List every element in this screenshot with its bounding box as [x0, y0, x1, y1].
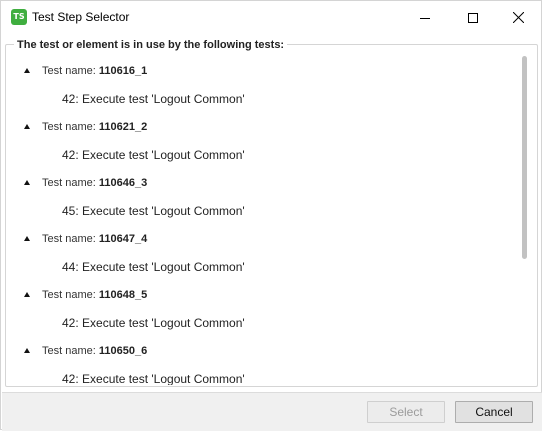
test-name: 110621_2 [98, 121, 148, 133]
minimize-icon [420, 17, 430, 19]
collapse-arrow-icon[interactable] [24, 348, 30, 353]
test-label: Test name: 110650_6 [42, 341, 147, 361]
test-name-prefix: Test name: [42, 121, 99, 133]
test-name-prefix: Test name: [42, 289, 99, 301]
collapse-arrow-icon[interactable] [24, 68, 30, 73]
select-button[interactable]: Select [367, 401, 445, 423]
close-button[interactable] [495, 1, 541, 34]
test-node[interactable]: Test name: 110616_1 [7, 61, 519, 81]
test-step-item[interactable]: 42: Execute test 'Logout Common' [62, 145, 245, 165]
test-step-item[interactable]: 44: Execute test 'Logout Common' [62, 257, 245, 277]
collapse-arrow-icon[interactable] [24, 292, 30, 297]
scrollbar-thumb[interactable] [522, 56, 527, 259]
test-step-item[interactable]: 42: Execute test 'Logout Common' [62, 313, 245, 333]
test-node[interactable]: Test name: 110621_2 [7, 117, 519, 137]
test-node[interactable]: Test name: 110647_4 [7, 229, 519, 249]
collapse-arrow-icon[interactable] [24, 180, 30, 185]
test-name: 110616_1 [98, 65, 148, 77]
test-label: Test name: 110648_5 [42, 285, 147, 305]
test-label: Test name: 110646_3 [42, 173, 147, 193]
maximize-icon [468, 12, 478, 23]
test-name: 110650_6 [98, 345, 148, 357]
collapse-arrow-icon[interactable] [24, 124, 30, 129]
test-name: 110646_3 [98, 177, 148, 189]
test-node[interactable]: Test name: 110650_6 [7, 341, 519, 361]
vertical-scrollbar[interactable] [522, 54, 529, 381]
test-label: Test name: 110621_2 [42, 117, 147, 137]
group-header: The test or element is in use by the fol… [14, 39, 288, 51]
test-node[interactable]: Test name: 110648_5 [7, 285, 519, 305]
test-name-prefix: Test name: [42, 233, 99, 245]
tests-group-box: The test or element is in use by the fol… [5, 39, 538, 387]
app-logo-icon: TS [11, 9, 27, 25]
window-title: Test Step Selector [32, 10, 130, 24]
test-label: Test name: 110647_4 [42, 229, 147, 249]
test-name-prefix: Test name: [42, 177, 99, 189]
test-step-item[interactable]: 45: Execute test 'Logout Common' [62, 201, 245, 221]
test-label: Test name: 110616_1 [42, 61, 147, 81]
test-name: 110647_4 [98, 233, 148, 245]
test-name-prefix: Test name: [42, 345, 99, 357]
title-bar[interactable]: TS Test Step Selector [1, 1, 541, 34]
collapse-arrow-icon[interactable] [24, 236, 30, 241]
tests-tree[interactable]: Test name: 110616_1 42: Execute test 'Lo… [7, 53, 519, 385]
test-step-item[interactable]: 42: Execute test 'Logout Common' [62, 369, 245, 385]
maximize-button[interactable] [450, 1, 496, 34]
close-icon [512, 12, 524, 23]
dialog-footer: Select Cancel [2, 392, 542, 431]
test-step-selector-window: TS Test Step Selector The test or elemen… [0, 0, 542, 431]
test-name: 110648_5 [98, 289, 148, 301]
cancel-button[interactable]: Cancel [455, 401, 533, 423]
test-step-item[interactable]: 42: Execute test 'Logout Common' [62, 89, 245, 109]
minimize-button[interactable] [402, 1, 448, 34]
test-node[interactable]: Test name: 110646_3 [7, 173, 519, 193]
test-name-prefix: Test name: [42, 65, 99, 77]
